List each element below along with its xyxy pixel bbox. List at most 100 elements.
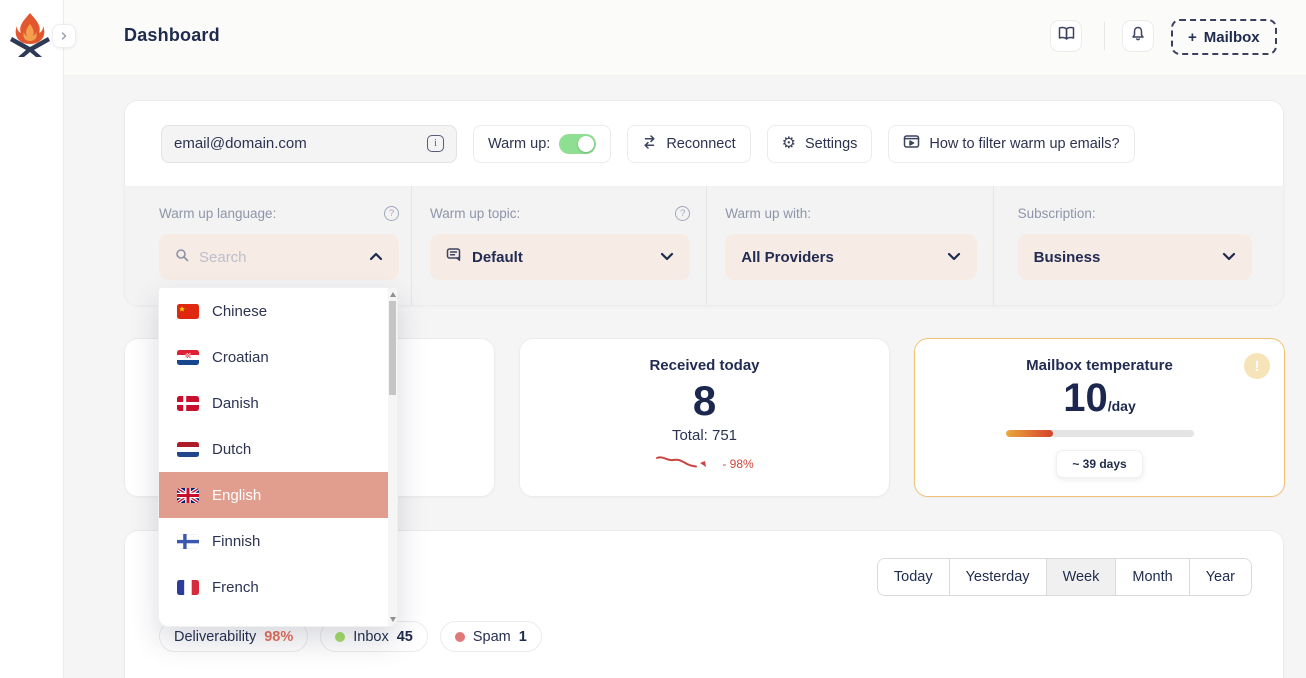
header-divider [1104,22,1105,50]
language-label: Warm up language: [159,206,276,221]
tab-week[interactable]: Week [1046,559,1116,595]
inbox-label: Inbox [353,629,388,645]
provider-select[interactable]: All Providers [725,234,976,280]
bell-icon [1130,26,1146,47]
settings-button[interactable]: ⚙ Settings [767,125,873,163]
flag-denmark-icon [177,396,199,411]
email-field[interactable] [174,135,427,152]
period-tabs: Today Yesterday Week Month Year [877,558,1252,596]
notifications-button[interactable] [1122,20,1154,52]
flag-finland-icon [177,534,199,549]
reconnect-label: Reconnect [666,136,735,152]
chat-icon [446,247,462,267]
flag-france-icon [177,580,199,595]
temperature-progress-fill [1006,430,1053,437]
red-dot-icon [455,632,465,642]
mailbox-toolbar: i Warm up: Reconnect ⚙ Settings [125,101,1283,186]
book-icon [1058,26,1075,46]
tab-month[interactable]: Month [1115,559,1188,595]
chevron-down-icon [1222,248,1236,266]
tab-yesterday[interactable]: Yesterday [949,559,1046,595]
chevron-down-icon [947,248,961,266]
language-option-english[interactable]: English [159,472,388,518]
alert-icon[interactable]: ! [1244,353,1270,379]
received-today-card: Received today 8 Total: 751 - 98% [519,338,890,497]
reconnect-button[interactable]: Reconnect [627,125,750,163]
spam-badge[interactable]: Spam 1 [440,621,542,652]
provider-value: All Providers [741,249,936,266]
received-value: 8 [520,378,889,424]
chevron-right-icon [60,27,68,45]
filter-provider: Warm up with: All Providers [706,186,992,305]
language-option-german[interactable]: German [159,610,388,627]
received-total: Total: 751 [520,427,889,444]
chevron-up-icon [369,248,383,266]
scroll-up-icon[interactable] [390,292,396,297]
language-option-dutch[interactable]: Dutch [159,426,388,472]
spam-label: Spam [473,629,511,645]
subscription-select[interactable]: Business [1018,234,1252,280]
settings-label: Settings [805,136,857,152]
language-option-french[interactable]: French [159,564,388,610]
spam-value: 1 [519,629,527,645]
language-select[interactable] [159,234,399,280]
how-to-filter-button[interactable]: How to filter warm up emails? [888,125,1134,163]
flag-croatia-icon [177,350,199,365]
warmup-label: Warm up: [488,136,550,152]
subscription-label: Subscription: [1018,206,1096,221]
warmup-toggle-group: Warm up: [473,125,611,163]
received-title: Received today [520,357,889,374]
received-change: - 98% [722,457,753,471]
topic-value: Default [472,249,650,266]
subscription-value: Business [1034,249,1212,266]
docs-button[interactable] [1050,20,1082,52]
help-icon[interactable]: ? [675,206,690,221]
email-field-wrap: i [161,125,457,163]
plus-icon: + [1188,29,1197,46]
info-icon[interactable]: i [427,135,444,152]
video-folder-icon [903,134,920,153]
days-remaining-chip[interactable]: ~ 39 days [1056,450,1142,478]
language-option-finnish[interactable]: Finnish [159,518,388,564]
language-option-croatian[interactable]: Croatian [159,334,388,380]
help-icon[interactable]: ? [384,206,399,221]
sidebar-expand-button[interactable] [52,24,76,48]
how-to-filter-label: How to filter warm up emails? [929,136,1119,152]
flag-china-icon [177,304,199,319]
gear-icon: ⚙ [782,136,796,152]
language-option-chinese[interactable]: Chinese [159,288,388,334]
temperature-title: Mailbox temperature [915,357,1284,374]
temperature-unit: /day [1108,398,1136,414]
language-option-danish[interactable]: Danish [159,380,388,426]
add-mailbox-label: Mailbox [1204,29,1260,46]
topic-select[interactable]: Default [430,234,690,280]
scrollbar-thumb[interactable] [389,301,396,395]
flag-uk-icon [177,488,199,503]
filter-subscription: Subscription: Business [993,186,1283,305]
scroll-down-icon[interactable] [390,617,396,622]
sidebar [0,0,64,678]
toggle-knob [578,136,594,152]
tab-today[interactable]: Today [878,559,949,595]
tab-year[interactable]: Year [1189,559,1251,595]
chevron-down-icon [660,248,674,266]
language-list: Chinese Croatian Danish Dutch English Fi… [159,288,388,627]
flag-germany-icon [177,626,199,628]
language-search-input[interactable] [199,249,359,266]
dropdown-scrollbar[interactable] [388,288,397,626]
inbox-value: 45 [397,629,413,645]
language-dropdown: Chinese Croatian Danish Dutch English Fi… [158,287,398,627]
header-bar [64,0,1306,76]
app-logo-campfire-icon[interactable] [8,10,52,58]
reconnect-icon [642,135,657,153]
deliverability-label: Deliverability [174,629,256,645]
temperature-value: 10 [1063,376,1108,420]
mailbox-temperature-card: Mailbox temperature ! 10 /day ~ 39 days [914,338,1285,497]
page-title: Dashboard [124,25,220,46]
sparkline-down-icon [655,452,717,475]
deliverability-value: 98% [264,629,293,645]
topic-label: Warm up topic: [430,206,520,221]
add-mailbox-button[interactable]: + Mailbox [1171,19,1277,55]
green-dot-icon [335,632,345,642]
warmup-toggle[interactable] [559,134,596,154]
